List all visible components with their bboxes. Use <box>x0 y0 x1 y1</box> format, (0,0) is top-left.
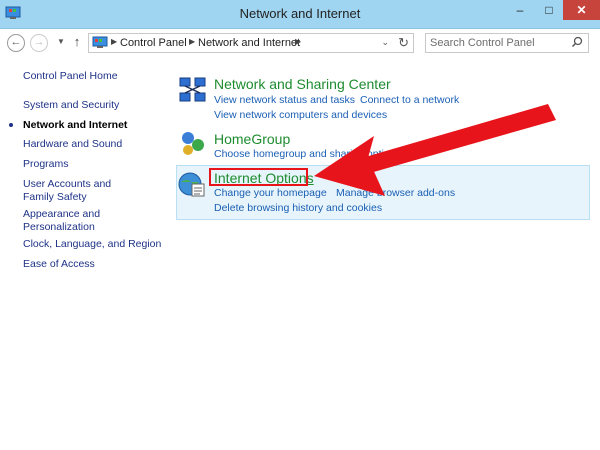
link-delete-browsing-history[interactable]: Delete browsing history and cookies <box>214 202 382 214</box>
current-item-bullet <box>9 123 13 127</box>
nav-clock-language-region[interactable]: Clock, Language, and Region <box>23 238 163 251</box>
breadcrumb-control-panel[interactable]: Control Panel <box>120 37 187 49</box>
link-change-homepage[interactable]: Change your homepage <box>214 187 327 199</box>
nav-user-accounts[interactable]: User Accounts and Family Safety <box>23 178 143 204</box>
search-input[interactable] <box>430 36 560 50</box>
chevron-right-icon[interactable]: ▶ <box>111 37 117 46</box>
address-bar[interactable]: ▶ Control Panel ▶ Network and Internet ▶… <box>88 33 414 53</box>
nav-system-and-security[interactable]: System and Security <box>23 99 163 112</box>
nav-label: Network and Internet <box>23 119 128 131</box>
nav-programs[interactable]: Programs <box>23 158 163 171</box>
link-view-network-computers[interactable]: View network computers and devices <box>214 109 387 121</box>
link-homegroup-sharing-options[interactable]: Choose homegroup and sharing options <box>214 148 401 160</box>
nav-ease-of-access[interactable]: Ease of Access <box>23 258 163 271</box>
forward-button[interactable]: → <box>30 34 48 52</box>
control-panel-icon <box>92 36 108 48</box>
category-network-sharing-center: Network and Sharing Center View network … <box>176 75 590 125</box>
up-button[interactable]: ↑ <box>68 34 86 52</box>
internet-options-icon <box>178 172 205 197</box>
annotation-highlight-box <box>209 168 308 186</box>
nav-appearance[interactable]: Appearance and Personalization <box>23 208 113 234</box>
chevron-down-icon[interactable]: ⌄ <box>381 37 389 48</box>
search-icon[interactable] <box>571 36 583 48</box>
close-button[interactable]: ✕ <box>563 0 600 20</box>
network-icon <box>179 77 206 102</box>
category-homegroup: HomeGroup Choose homegroup and sharing o… <box>176 128 590 164</box>
category-title[interactable]: Network and Sharing Center <box>214 76 391 92</box>
chevron-right-icon[interactable]: ▶ <box>295 37 301 46</box>
link-connect-to-network[interactable]: Connect to a network <box>360 94 459 106</box>
chevron-right-icon[interactable]: ▶ <box>189 37 195 46</box>
link-manage-browser-addons[interactable]: Manage browser add-ons <box>336 187 455 199</box>
search-box[interactable] <box>425 33 589 53</box>
nav-control-panel-home[interactable]: Control Panel Home <box>23 70 163 83</box>
title-bar: Network and Internet – □ ✕ <box>0 0 600 29</box>
homegroup-icon <box>182 132 204 155</box>
link-view-network-status[interactable]: View network status and tasks <box>214 94 355 106</box>
minimize-button[interactable]: – <box>506 0 534 20</box>
category-title[interactable]: HomeGroup <box>214 131 290 147</box>
address-row: ← → ▼ ↑ ▶ Control Panel ▶ Network and In… <box>0 29 600 59</box>
nav-network-and-internet[interactable]: Network and Internet <box>9 119 163 132</box>
maximize-button[interactable]: □ <box>535 0 563 20</box>
back-button[interactable]: ← <box>7 34 25 52</box>
breadcrumb-network-and-internet[interactable]: Network and Internet <box>198 37 300 49</box>
nav-hardware-and-sound[interactable]: Hardware and Sound <box>23 138 163 151</box>
refresh-icon[interactable]: ↻ <box>398 35 409 51</box>
